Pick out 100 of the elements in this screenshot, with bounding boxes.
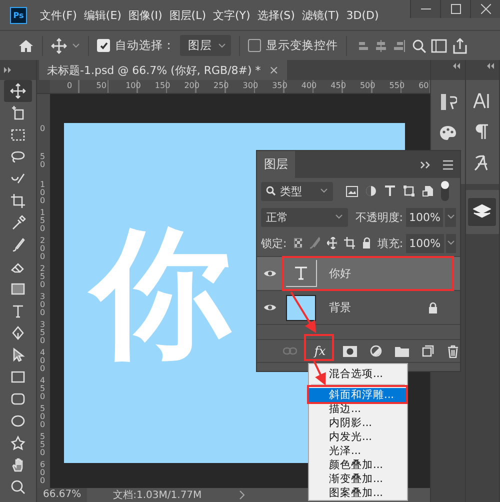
smart-object-filter-icon[interactable]: [422, 185, 434, 197]
ruler-label: 550: [388, 80, 406, 92]
share-icon[interactable]: [452, 38, 468, 54]
paragraph-icon[interactable]: [475, 124, 490, 140]
menu-option[interactable]: 渐变叠加...: [309, 472, 407, 486]
trash-icon[interactable]: [447, 344, 459, 358]
opacity-label: 不透明度:: [355, 210, 403, 224]
menu-item[interactable]: 选择(S): [257, 8, 295, 22]
menu-item[interactable]: 3D(D): [346, 8, 379, 22]
tab-close-button[interactable]: ×: [268, 63, 279, 77]
history-icon[interactable]: [438, 93, 457, 111]
ruler-label: 250: [40, 265, 46, 291]
eye-icon[interactable]: [263, 303, 277, 312]
menu-option[interactable]: 颜色叠加...: [309, 458, 407, 472]
layers-panel-button[interactable]: [468, 198, 496, 226]
chevron-icon[interactable]: [239, 490, 246, 500]
folder-icon[interactable]: [395, 346, 409, 356]
menu-option[interactable]: 斜面和浮雕...: [309, 388, 407, 402]
adjustment-filter-icon[interactable]: [365, 185, 377, 197]
layer-row[interactable]: 背景: [257, 290, 460, 324]
opacity-dropdown-button[interactable]: [445, 208, 456, 226]
caret-icon: [335, 214, 344, 220]
fill-field[interactable]: 100%: [406, 234, 444, 252]
image-filter-icon[interactable]: [346, 186, 358, 196]
ruler-label: 100: [40, 181, 46, 207]
menu-item[interactable]: 文字(Y): [213, 8, 250, 22]
menu-option[interactable]: 内阴影...: [309, 416, 407, 430]
align-right-icon[interactable]: [393, 38, 407, 52]
layer-thumbnail: [286, 294, 316, 320]
expand-icon[interactable]: [4, 67, 12, 73]
lock-transparency-icon[interactable]: [294, 238, 302, 248]
filter-toggle[interactable]: [441, 181, 449, 201]
fill-dropdown-button[interactable]: [446, 234, 456, 252]
menu-option[interactable]: 内发光...: [309, 430, 407, 444]
menu-item[interactable]: 图层(L): [169, 8, 206, 22]
palette-icon[interactable]: [438, 125, 457, 141]
filter-dropdown[interactable]: 类型: [261, 182, 333, 200]
collapse-icon[interactable]: [487, 63, 495, 69]
align-center-icon[interactable]: [374, 38, 388, 52]
maximize-icon: [450, 4, 460, 14]
character-icon[interactable]: [473, 93, 492, 110]
document-size: 文档:1.03M/1.77M: [113, 488, 203, 502]
maximize-button[interactable]: [440, 0, 470, 18]
layer-row[interactable]: 你好: [257, 256, 460, 290]
transform-controls-checkbox[interactable]: [248, 39, 261, 52]
rounded-rect-icon: [10, 391, 26, 407]
move-icon[interactable]: [51, 38, 67, 54]
type-filter-icon[interactable]: [384, 185, 396, 197]
workspace-icon[interactable]: [431, 38, 447, 52]
layer-style-button[interactable]: fx: [310, 342, 330, 360]
menu-item[interactable]: 文件(F): [40, 8, 77, 22]
menu-option[interactable]: 光泽...: [309, 444, 407, 458]
annotation-arrow: [290, 291, 316, 334]
lock-position-icon[interactable]: [326, 237, 338, 249]
layers-tab[interactable]: 图层: [257, 151, 295, 178]
caret-icon: [320, 188, 328, 194]
ruler-label: 200: [40, 237, 46, 263]
move-icon: [10, 83, 26, 99]
menu-option[interactable]: 描边...: [309, 402, 407, 416]
menu-option[interactable]: 混合选项...: [309, 367, 407, 381]
menu-icon[interactable]: [442, 160, 454, 170]
move-tool[interactable]: [4, 80, 32, 102]
rectangle-icon: [10, 369, 26, 385]
double-chevron-icon[interactable]: [420, 160, 432, 168]
close-button[interactable]: [470, 0, 500, 18]
target-dropdown[interactable]: 图层: [180, 35, 231, 56]
ruler-label: 300: [242, 80, 260, 92]
menu-item[interactable]: 滤镜(T): [302, 8, 340, 22]
menu-item[interactable]: 编辑(E): [84, 8, 122, 22]
close-icon: [480, 4, 490, 14]
caret-icon: [446, 240, 455, 246]
auto-select-checkbox[interactable]: [97, 39, 110, 52]
auto-select-label: 自动选择：: [115, 38, 175, 53]
collapse-icon[interactable]: [452, 63, 460, 69]
menu-item[interactable]: 图像(I): [128, 8, 162, 22]
lock-artboard-icon[interactable]: [344, 237, 355, 249]
adjustment-layer-icon[interactable]: [370, 345, 382, 357]
canvas-text: 你: [84, 203, 240, 385]
menu-option[interactable]: 图案叠加...: [309, 486, 407, 500]
annotation-arrow: [313, 360, 326, 386]
eye-icon[interactable]: [263, 269, 277, 278]
blend-mode-dropdown[interactable]: 正常: [261, 208, 348, 226]
caret-icon[interactable]: [72, 42, 80, 48]
ruler-label: 600: [40, 461, 46, 487]
shape-filter-icon[interactable]: [403, 185, 415, 197]
ruler-label: 550: [40, 433, 46, 459]
search-icon[interactable]: [412, 38, 426, 52]
ruler-label: 450: [330, 80, 347, 92]
zoom-level[interactable]: 66.67%: [37, 488, 88, 502]
mask-icon[interactable]: [343, 346, 357, 356]
document-tab[interactable]: 未标题-1.psd @ 66.7% (你好, RGB/8#) * ×: [39, 60, 287, 80]
new-layer-icon[interactable]: [422, 345, 434, 357]
ruler-label: 50: [95, 80, 108, 92]
opacity-field[interactable]: 100%: [406, 208, 444, 226]
lasso-icon: [10, 149, 26, 165]
ruler-label: 500: [40, 405, 46, 431]
ruler-label: 400: [40, 349, 46, 375]
ruler-label: 150: [154, 80, 172, 92]
home-icon[interactable]: [18, 38, 34, 52]
lock-icon[interactable]: [362, 237, 370, 249]
